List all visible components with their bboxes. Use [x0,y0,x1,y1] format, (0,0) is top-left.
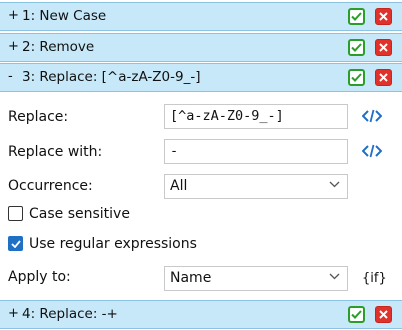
case-sensitive-checkbox[interactable] [8,206,23,221]
close-icon [379,43,388,52]
checkmark-icon [10,239,21,248]
delete-button[interactable] [375,8,392,25]
step-title: 1: New Case [22,8,107,24]
step-4-header[interactable]: + 4: Replace: -+ [0,300,402,329]
expand-icon[interactable]: + [8,8,19,23]
checkmark-icon [351,12,362,21]
condition-if-link[interactable]: {if} [362,271,387,286]
step-title: 4: Replace: -+ [22,306,118,322]
close-icon [379,12,388,21]
replace-label: Replace: [8,109,69,125]
step-3-panel: Replace: [^a-zA-Z0-9_-] Replace with: - … [0,92,402,297]
step-3-header[interactable]: - 3: Replace: [^a-zA-Z0-9_-] [0,63,402,92]
delete-button[interactable] [375,69,392,86]
delete-button[interactable] [375,306,392,323]
enable-checkmark-button[interactable] [348,39,365,56]
occurrence-select[interactable]: All [164,174,348,199]
code-brackets-icon[interactable] [362,109,382,123]
apply-to-value: Name [170,270,212,286]
chevron-down-icon [329,273,340,280]
code-brackets-icon[interactable] [362,144,382,158]
regex-label[interactable]: Use regular expressions [29,236,197,252]
delete-button[interactable] [375,39,392,56]
apply-to-select[interactable]: Name [164,266,348,291]
replace-with-input[interactable]: - [164,139,348,164]
enable-checkmark-button[interactable] [348,306,365,323]
close-icon [379,73,388,82]
step-1-header[interactable]: + 1: New Case [0,2,402,31]
apply-to-label: Apply to: [8,269,71,285]
case-sensitive-label[interactable]: Case sensitive [29,206,130,222]
expand-icon[interactable]: + [8,39,19,54]
step-title: 3: Replace: [^a-zA-Z0-9_-] [22,69,201,85]
regex-checkbox[interactable] [8,236,23,251]
enable-checkmark-button[interactable] [348,8,365,25]
occurrence-value: All [170,178,188,194]
checkmark-icon [351,310,362,319]
replace-input[interactable]: [^a-zA-Z0-9_-] [164,104,348,129]
expand-icon[interactable]: + [8,306,19,321]
collapse-icon[interactable]: - [8,69,13,84]
replace-with-label: Replace with: [8,144,103,160]
checkmark-icon [351,73,362,82]
step-title: 2: Remove [22,39,95,55]
enable-checkmark-button[interactable] [348,69,365,86]
chevron-down-icon [329,181,340,188]
close-icon [379,310,388,319]
step-2-header[interactable]: + 2: Remove [0,33,402,62]
checkmark-icon [351,43,362,52]
occurrence-label: Occurrence: [8,178,93,194]
